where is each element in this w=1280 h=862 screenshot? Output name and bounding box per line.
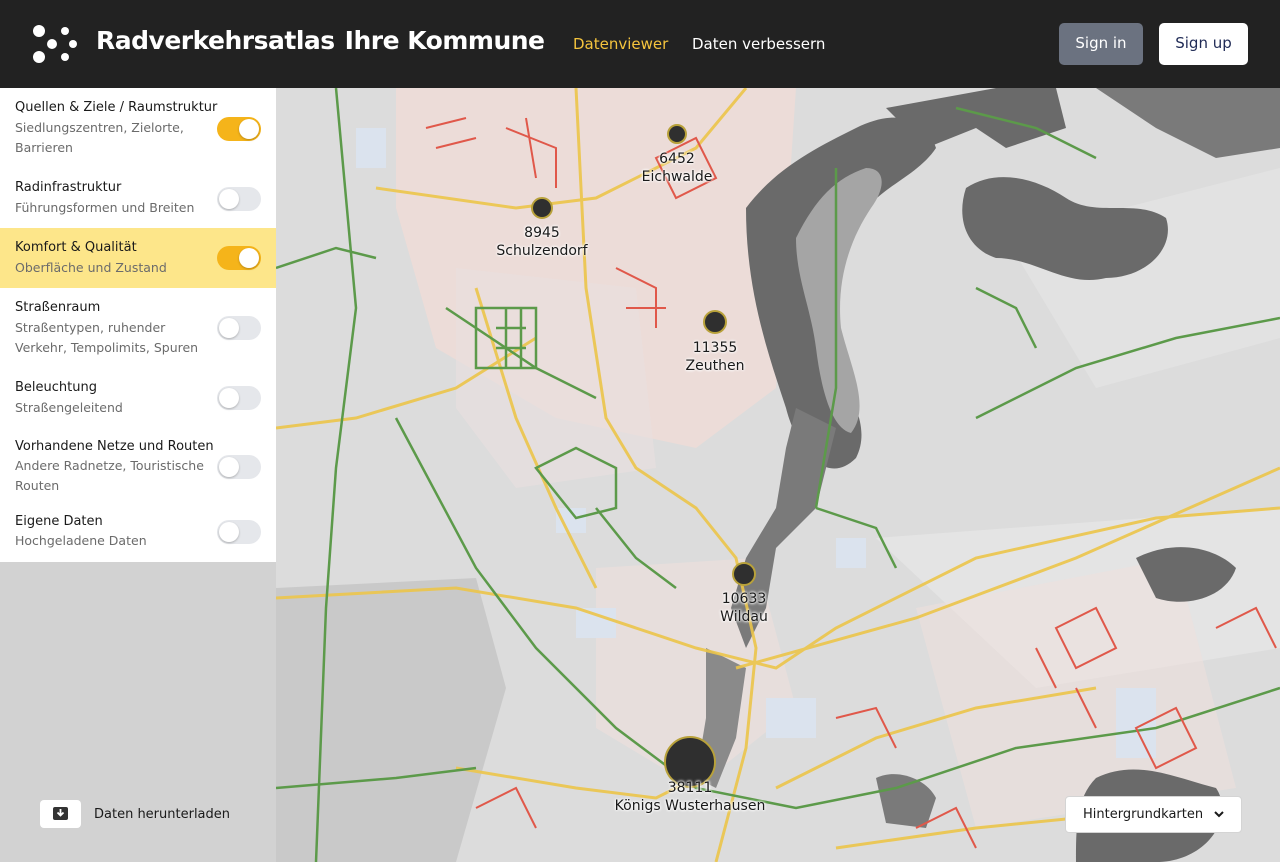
layer-toggle[interactable] — [217, 386, 261, 410]
city-label-wildau: 10633 Wildau — [720, 591, 768, 625]
layer-beleuchtung[interactable]: Beleuchtung Straßengeleitend — [0, 368, 276, 428]
city-marker-wildau[interactable] — [732, 562, 756, 586]
layer-toggle[interactable] — [217, 455, 261, 479]
layer-strassenraum[interactable]: Straßenraum Straßentypen, ruhender Verke… — [0, 288, 276, 368]
layer-description: Oberfläche und Zustand — [15, 260, 167, 275]
layer-title: Vorhandene Netze und Routen — [15, 439, 214, 454]
download-icon — [53, 807, 68, 820]
sidebar: Quellen & Ziele / Raumstruktur Siedlungs… — [0, 88, 276, 862]
nav-datenviewer[interactable]: Datenviewer — [573, 35, 668, 53]
toggle-knob — [219, 522, 239, 542]
city-marker-schulzendorf[interactable] — [531, 197, 553, 219]
layer-toggle[interactable] — [217, 520, 261, 544]
toggle-knob — [239, 248, 259, 268]
download-label[interactable]: Daten herunterladen — [94, 807, 230, 822]
layer-title: Quellen & Ziele / Raumstruktur — [15, 100, 218, 115]
layer-description: Führungsformen und Breiten — [15, 200, 195, 215]
chevron-down-icon — [1214, 811, 1224, 818]
layer-title: Straßenraum — [15, 300, 101, 315]
sign-up-button[interactable]: Sign up — [1159, 23, 1248, 65]
background-maps-dropdown[interactable]: Hintergrundkarten — [1065, 796, 1242, 833]
map-view[interactable]: 6452 Eichwalde 8945 Schulzendorf 11355 Zeut… — [276, 88, 1280, 862]
city-marker-eichwalde[interactable] — [667, 124, 687, 144]
layer-description: Siedlungszentren, Zielorte, Barrieren — [15, 120, 184, 155]
city-label-zeuthen: 11355 Zeuthen — [685, 340, 745, 374]
layer-title: Komfort & Qualität — [15, 240, 137, 255]
city-marker-zeuthen[interactable] — [703, 310, 727, 334]
download-button[interactable] — [40, 800, 81, 828]
layer-description: Hochgeladene Daten — [15, 533, 147, 548]
toggle-knob — [219, 318, 239, 338]
layer-title: Radinfrastruktur — [15, 180, 122, 195]
layer-radinfrastruktur[interactable]: Radinfrastruktur Führungsformen und Brei… — [0, 168, 276, 228]
app-title: Radverkehrsatlas Ihre Kommune — [96, 26, 545, 55]
toggle-knob — [219, 388, 239, 408]
layer-description: Straßentypen, ruhender Verkehr, Tempolim… — [15, 320, 199, 355]
layer-toggle[interactable] — [217, 187, 261, 211]
layer-quellen-ziele[interactable]: Quellen & Ziele / Raumstruktur Siedlungs… — [0, 88, 276, 168]
top-navigation-bar: Radverkehrsatlas Ihre Kommune Datenviewer… — [0, 0, 1280, 88]
city-label-koenigs-wusterhausen: 38111 Königs Wusterhausen — [614, 780, 766, 814]
layer-komfort-qualitaet[interactable]: Komfort & Qualität Oberfläche und Zustan… — [0, 228, 276, 288]
layer-toggle[interactable] — [217, 316, 261, 340]
layer-toggle[interactable] — [217, 117, 261, 141]
sign-in-button[interactable]: Sign in — [1059, 23, 1143, 65]
toggle-knob — [239, 119, 259, 139]
background-maps-label: Hintergrundkarten — [1083, 807, 1204, 822]
map-canvas[interactable] — [276, 88, 1280, 862]
nav-daten-verbessern[interactable]: Daten verbessern — [692, 35, 825, 53]
app-logo-icon[interactable] — [30, 22, 78, 66]
toggle-knob — [219, 189, 239, 209]
city-label-schulzendorf: 8945 Schulzendorf — [496, 225, 588, 259]
layer-description: Andere Radnetze, Touristische Routen — [15, 458, 204, 493]
layer-description: Straßengeleitend — [15, 400, 123, 415]
city-label-eichwalde: 6452 Eichwalde — [641, 151, 713, 185]
layer-toggle[interactable] — [217, 246, 261, 270]
layer-title: Beleuchtung — [15, 380, 97, 395]
layer-title: Eigene Daten — [15, 514, 103, 529]
layer-list: Quellen & Ziele / Raumstruktur Siedlungs… — [0, 88, 276, 562]
layer-eigene-daten[interactable]: Eigene Daten Hochgeladene Daten — [0, 503, 276, 562]
toggle-knob — [219, 457, 239, 477]
layer-netze-routen[interactable]: Vorhandene Netze und Routen Andere Radne… — [0, 428, 276, 503]
